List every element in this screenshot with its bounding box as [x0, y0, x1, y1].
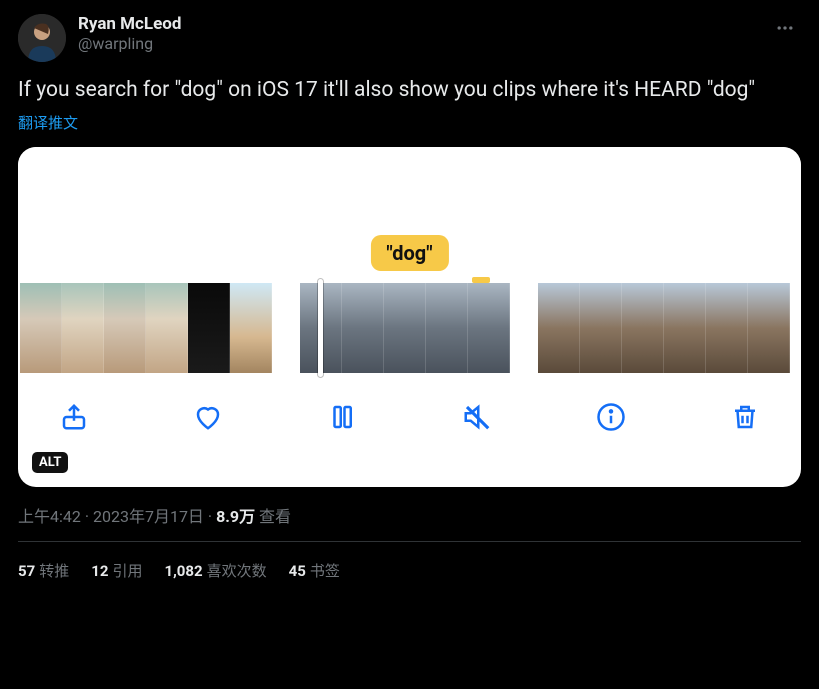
avatar[interactable]	[18, 14, 66, 62]
tweet-header: Ryan McLeod @warpling	[18, 14, 801, 62]
clip-frame	[104, 283, 146, 373]
clip-frame	[664, 283, 706, 373]
media-attachment[interactable]: "dog"	[18, 147, 801, 487]
info-button[interactable]	[591, 397, 631, 437]
clip-frame	[622, 283, 664, 373]
translate-link[interactable]: 翻译推文	[18, 112, 78, 133]
more-button[interactable]	[769, 14, 801, 46]
tweet-text: If you search for "dog" on iOS 17 it'll …	[18, 76, 801, 104]
handle[interactable]: @warpling	[78, 34, 769, 53]
clip-frame	[580, 283, 622, 373]
clip-frame	[748, 283, 790, 373]
transcript-bubble: "dog"	[370, 235, 448, 271]
retweets-stat[interactable]: 57转推	[18, 560, 69, 581]
clip-frame	[538, 283, 580, 373]
like-button[interactable]	[188, 397, 228, 437]
clip-frame	[342, 283, 384, 373]
clip-group[interactable]	[300, 283, 510, 373]
clip-frame	[188, 283, 230, 373]
quotes-stat[interactable]: 12引用	[91, 560, 142, 581]
clip-group[interactable]	[538, 283, 790, 373]
user-block: Ryan McLeod @warpling	[78, 14, 769, 53]
playhead[interactable]	[318, 279, 323, 377]
video-filmstrip[interactable]	[18, 283, 801, 373]
clip-frame	[706, 283, 748, 373]
clip-frame	[384, 283, 426, 373]
media-toolbar	[18, 373, 801, 437]
display-name[interactable]: Ryan McLeod	[78, 14, 769, 34]
clip-frame	[426, 283, 468, 373]
clip-frame	[468, 283, 510, 373]
tweet-container: Ryan McLeod @warpling If you search for …	[0, 0, 819, 581]
clip-frame	[62, 283, 104, 373]
mute-button[interactable]	[457, 397, 497, 437]
bookmarks-stat[interactable]: 45书签	[289, 560, 340, 581]
delete-button[interactable]	[725, 397, 765, 437]
tweet-date[interactable]: 2023年7月17日	[93, 507, 204, 526]
likes-stat[interactable]: 1,082喜欢次数	[164, 560, 266, 581]
clip-group[interactable]	[20, 283, 272, 373]
clip-frame	[146, 283, 188, 373]
clip-frame	[20, 283, 62, 373]
media-caption-area: "dog"	[18, 147, 801, 283]
clip-frame	[230, 283, 272, 373]
views-count[interactable]: 8.9万	[216, 507, 255, 526]
share-button[interactable]	[54, 397, 94, 437]
tweet-meta: 上午4:42 · 2023年7月17日 · 8.9万 查看	[18, 503, 801, 527]
views-label: 查看	[255, 507, 291, 526]
tweet-stats: 57转推 12引用 1,082喜欢次数 45书签	[18, 542, 801, 581]
pause-button[interactable]	[322, 397, 362, 437]
alt-badge[interactable]: ALT	[32, 452, 68, 473]
tweet-time[interactable]: 上午4:42	[18, 507, 81, 526]
